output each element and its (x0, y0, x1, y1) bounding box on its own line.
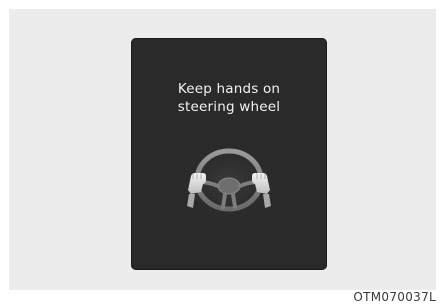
steering-wheel-hands-icon (179, 146, 279, 226)
instrument-cluster-display: Keep hands on steering wheel (131, 38, 327, 270)
figure-code: OTM070037L (353, 290, 436, 304)
warning-message-line-2: steering wheel (177, 99, 281, 115)
warning-message-line-1: Keep hands on (177, 81, 281, 97)
warning-message: Keep hands on steering wheel (131, 80, 327, 116)
